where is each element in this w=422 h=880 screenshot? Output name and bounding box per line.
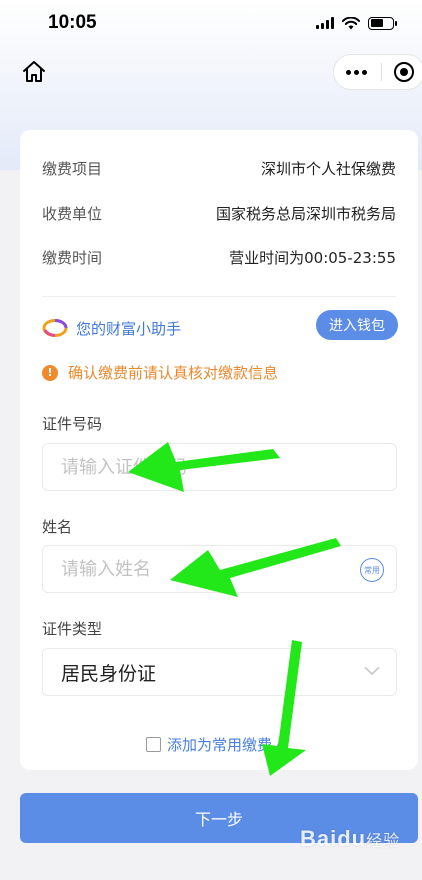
id-number-input[interactable] [61,456,331,478]
home-icon[interactable] [20,58,48,86]
payment-form-card: 缴费项目 深圳市个人社保缴费 收费单位 国家税务总局深圳市税务局 缴费时间 营业… [20,130,418,770]
capsule-divider [381,63,382,81]
signal-icon [316,17,334,29]
add-common-checkbox[interactable] [146,737,161,752]
enter-wallet-button[interactable]: 进入钱包 [316,310,398,340]
info-row-item: 缴费项目 深圳市个人社保缴费 [42,156,396,180]
baidu-watermark: Baidu经验 [300,826,400,852]
common-contacts-badge[interactable]: 常用 [360,558,384,582]
id-number-field[interactable] [42,443,397,491]
wealth-assistant-label: 您的财富小助手 [76,319,182,338]
divider [42,296,396,297]
info-value: 国家税务总局深圳市税务局 [215,204,396,223]
status-icons [316,16,397,30]
more-icon[interactable] [346,69,367,75]
watermark-sub: 经验 [366,833,401,850]
add-common-payer[interactable]: 添加为常用缴费人 [146,734,287,755]
info-row-unit: 收费单位 国家税务总局深圳市税务局 [42,201,396,225]
info-label: 收费单位 [42,204,103,223]
wealth-assistant[interactable]: 您的财富小助手 [42,312,181,344]
id-type-value: 居民身份证 [61,662,157,685]
info-label: 缴费项目 [42,159,103,178]
name-input[interactable] [61,558,331,580]
wifi-icon [342,16,360,29]
info-row-time: 缴费时间 营业时间为00:05-23:55 [42,245,396,269]
status-bar: 10:05 [0,0,422,46]
info-value: 深圳市个人社保缴费 [260,159,396,178]
chevron-down-icon [364,666,380,676]
info-label: 缴费时间 [42,248,103,267]
verify-notice-text: 确认缴费前请认真核对缴款信息 [68,364,279,382]
warning-icon: ! [42,364,58,381]
name-label: 姓名 [42,518,73,536]
info-value: 营业时间为00:05-23:55 [229,248,396,267]
id-type-select[interactable]: 居民身份证 [42,648,397,696]
add-common-label: 添加为常用缴费人 [167,736,288,754]
battery-icon [368,16,397,30]
verify-notice: ! 确认缴费前请认真核对缴款信息 [42,362,278,383]
wealth-assistant-logo-icon [42,319,68,337]
watermark-brand: Baidu [300,826,367,851]
mini-program-capsule [333,54,422,90]
status-time: 10:05 [48,12,97,33]
id-number-label: 证件号码 [42,415,103,433]
id-type-label: 证件类型 [42,620,103,638]
name-field[interactable]: 常用 [42,545,397,593]
close-target-icon[interactable] [394,62,414,82]
